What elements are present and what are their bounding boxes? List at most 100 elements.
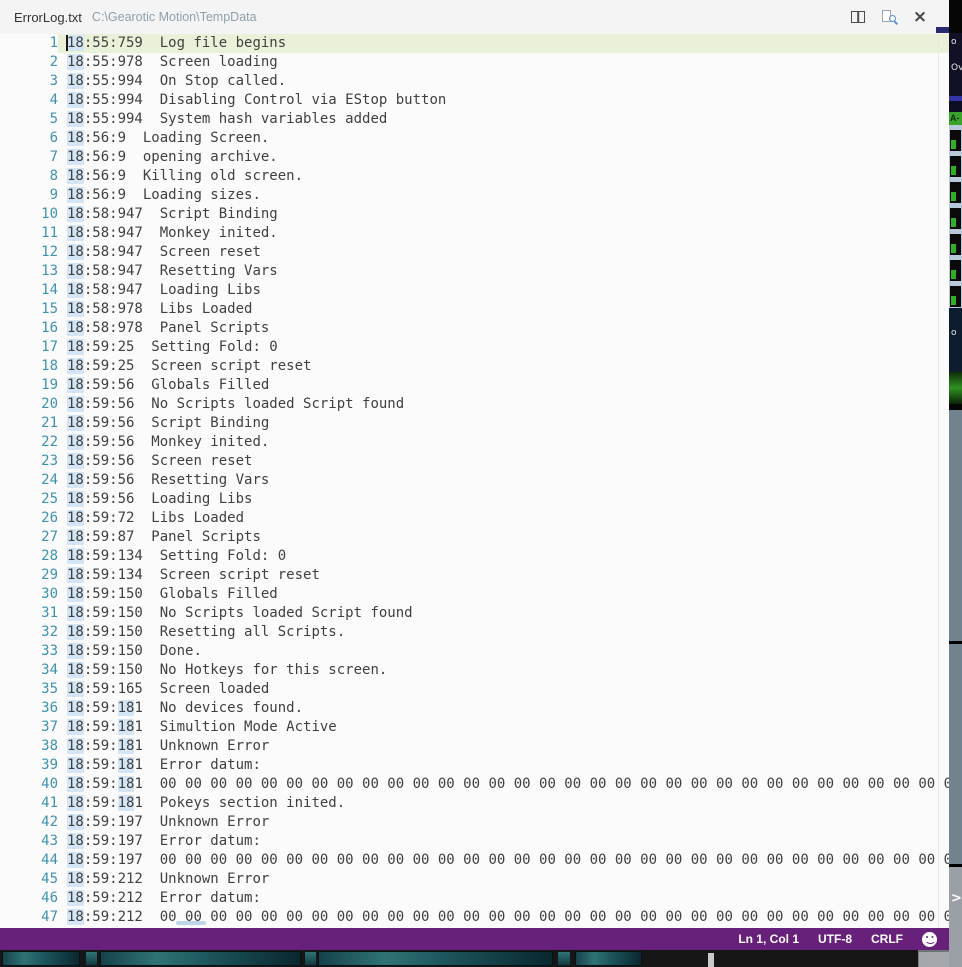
line-number[interactable]: 26 bbox=[0, 509, 58, 528]
line-number[interactable]: 8 bbox=[0, 167, 58, 186]
log-line[interactable]: 3318:59:150 Done. bbox=[0, 642, 949, 661]
line-number[interactable]: 13 bbox=[0, 262, 58, 281]
log-line[interactable]: 818:56:9 Killing old screen. bbox=[0, 167, 949, 186]
line-number[interactable]: 35 bbox=[0, 680, 58, 699]
log-line[interactable]: 1318:58:947 Resetting Vars bbox=[0, 262, 949, 281]
line-number[interactable]: 1 bbox=[0, 34, 58, 53]
log-line[interactable]: 4718:59:212 00 00 00 00 00 00 00 00 00 0… bbox=[0, 908, 949, 927]
log-line[interactable]: 2718:59:87 Panel Scripts bbox=[0, 528, 949, 547]
line-number[interactable]: 9 bbox=[0, 186, 58, 205]
log-line[interactable]: 3218:59:150 Resetting all Scripts. bbox=[0, 623, 949, 642]
line-number[interactable]: 6 bbox=[0, 129, 58, 148]
log-line[interactable]: 918:56:9 Loading sizes. bbox=[0, 186, 949, 205]
line-number[interactable]: 27 bbox=[0, 528, 58, 547]
line-number[interactable]: 17 bbox=[0, 338, 58, 357]
log-line[interactable]: 1718:59:25 Setting Fold: 0 bbox=[0, 338, 949, 357]
log-line[interactable]: 2218:59:56 Monkey inited. bbox=[0, 433, 949, 452]
log-line[interactable]: 718:56:9 opening archive. bbox=[0, 148, 949, 167]
log-line[interactable]: 3118:59:150 No Scripts loaded Script fou… bbox=[0, 604, 949, 623]
line-number[interactable]: 44 bbox=[0, 851, 58, 870]
line-number[interactable]: 29 bbox=[0, 566, 58, 585]
line-number[interactable]: 45 bbox=[0, 870, 58, 889]
line-number[interactable]: 2 bbox=[0, 53, 58, 72]
log-line[interactable]: 2118:59:56 Script Binding bbox=[0, 414, 949, 433]
feedback-smiley-icon[interactable] bbox=[922, 932, 937, 947]
editor-area[interactable]: 118:55:759 Log file begins218:55:978 Scr… bbox=[0, 34, 949, 928]
log-line[interactable]: 2318:59:56 Screen reset bbox=[0, 452, 949, 471]
close-button[interactable]: × bbox=[911, 8, 929, 26]
log-line[interactable]: 3618:59:181 No devices found. bbox=[0, 699, 949, 718]
line-number[interactable]: 15 bbox=[0, 300, 58, 319]
log-line[interactable]: 4618:59:212 Error datum: bbox=[0, 889, 949, 908]
line-number[interactable]: 34 bbox=[0, 661, 58, 680]
log-line[interactable]: 3518:59:165 Screen loaded bbox=[0, 680, 949, 699]
log-line[interactable]: 3718:59:181 Simultion Mode Active bbox=[0, 718, 949, 737]
log-line[interactable]: 1018:58:947 Script Binding bbox=[0, 205, 949, 224]
log-line[interactable]: 4418:59:197 00 00 00 00 00 00 00 00 00 0… bbox=[0, 851, 949, 870]
log-line[interactable]: 2418:59:56 Resetting Vars bbox=[0, 471, 949, 490]
line-number[interactable]: 39 bbox=[0, 756, 58, 775]
line-number[interactable]: 22 bbox=[0, 433, 58, 452]
log-line[interactable]: 218:55:978 Screen loading bbox=[0, 53, 949, 72]
line-number[interactable]: 7 bbox=[0, 148, 58, 167]
log-line[interactable]: 2518:59:56 Loading Libs bbox=[0, 490, 949, 509]
line-number[interactable]: 20 bbox=[0, 395, 58, 414]
log-line[interactable]: 2818:59:134 Setting Fold: 0 bbox=[0, 547, 949, 566]
log-line[interactable]: 118:55:759 Log file begins bbox=[0, 34, 949, 53]
line-number[interactable]: 24 bbox=[0, 471, 58, 490]
log-line[interactable]: 2918:59:134 Screen script reset bbox=[0, 566, 949, 585]
line-number[interactable]: 10 bbox=[0, 205, 58, 224]
log-line[interactable]: 1118:58:947 Monkey inited. bbox=[0, 224, 949, 243]
line-number[interactable]: 5 bbox=[0, 110, 58, 129]
log-line[interactable]: 2018:59:56 No Scripts loaded Script foun… bbox=[0, 395, 949, 414]
log-line[interactable]: 1518:58:978 Libs Loaded bbox=[0, 300, 949, 319]
line-number[interactable]: 3 bbox=[0, 72, 58, 91]
eol-indicator[interactable]: CRLF bbox=[871, 932, 903, 946]
line-number[interactable]: 36 bbox=[0, 699, 58, 718]
log-line[interactable]: 1418:58:947 Loading Libs bbox=[0, 281, 949, 300]
line-number[interactable]: 18 bbox=[0, 357, 58, 376]
line-number[interactable]: 37 bbox=[0, 718, 58, 737]
log-line[interactable]: 4018:59:181 00 00 00 00 00 00 00 00 00 0… bbox=[0, 775, 949, 794]
line-number[interactable]: 42 bbox=[0, 813, 58, 832]
line-number[interactable]: 40 bbox=[0, 775, 58, 794]
log-line[interactable]: 2618:59:72 Libs Loaded bbox=[0, 509, 949, 528]
log-line[interactable]: 418:55:994 Disabling Control via EStop b… bbox=[0, 91, 949, 110]
line-number[interactable]: 12 bbox=[0, 243, 58, 262]
encoding-indicator[interactable]: UTF-8 bbox=[818, 932, 852, 946]
log-line[interactable]: 618:56:9 Loading Screen. bbox=[0, 129, 949, 148]
line-number[interactable]: 46 bbox=[0, 889, 58, 908]
line-number[interactable]: 32 bbox=[0, 623, 58, 642]
line-number[interactable]: 21 bbox=[0, 414, 58, 433]
line-number[interactable]: 14 bbox=[0, 281, 58, 300]
line-number[interactable]: 28 bbox=[0, 547, 58, 566]
cursor-position[interactable]: Ln 1, Col 1 bbox=[738, 932, 799, 946]
log-line[interactable]: 4118:59:181 Pokeys section inited. bbox=[0, 794, 949, 813]
split-editor-button[interactable] bbox=[849, 8, 867, 26]
line-number[interactable]: 43 bbox=[0, 832, 58, 851]
line-number[interactable]: 33 bbox=[0, 642, 58, 661]
horizontal-scrollbar[interactable] bbox=[176, 921, 206, 925]
log-line[interactable]: 3418:59:150 No Hotkeys for this screen. bbox=[0, 661, 949, 680]
log-line[interactable]: 3918:59:181 Error datum: bbox=[0, 756, 949, 775]
log-line[interactable]: 4518:59:212 Unknown Error bbox=[0, 870, 949, 889]
log-line[interactable]: 1818:59:25 Screen script reset bbox=[0, 357, 949, 376]
log-line[interactable]: 518:55:994 System hash variables added bbox=[0, 110, 949, 129]
line-number[interactable]: 47 bbox=[0, 908, 58, 927]
line-number[interactable]: 31 bbox=[0, 604, 58, 623]
log-line[interactable]: 4218:59:197 Unknown Error bbox=[0, 813, 949, 832]
find-button[interactable] bbox=[880, 8, 898, 26]
line-number[interactable]: 38 bbox=[0, 737, 58, 756]
line-number[interactable]: 11 bbox=[0, 224, 58, 243]
line-number[interactable]: 30 bbox=[0, 585, 58, 604]
log-line[interactable]: 1918:59:56 Globals Filled bbox=[0, 376, 949, 395]
line-number[interactable]: 19 bbox=[0, 376, 58, 395]
line-number[interactable]: 25 bbox=[0, 490, 58, 509]
log-line[interactable]: 318:55:994 On Stop called. bbox=[0, 72, 949, 91]
log-line[interactable]: 3818:59:181 Unknown Error bbox=[0, 737, 949, 756]
line-number[interactable]: 4 bbox=[0, 91, 58, 110]
line-number[interactable]: 41 bbox=[0, 794, 58, 813]
log-line[interactable]: 1218:58:947 Screen reset bbox=[0, 243, 949, 262]
log-line[interactable]: 4318:59:197 Error datum: bbox=[0, 832, 949, 851]
line-number[interactable]: 23 bbox=[0, 452, 58, 471]
